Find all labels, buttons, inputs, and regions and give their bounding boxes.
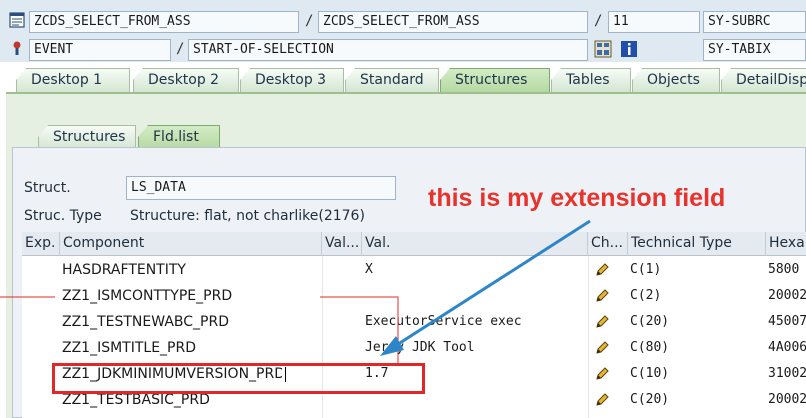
col-expand[interactable]: Exp. <box>22 232 60 256</box>
subtab-field-list[interactable]: Fld.list <box>138 125 220 149</box>
pencil-icon[interactable] <box>594 366 610 382</box>
struct-label: Struct. <box>24 180 71 196</box>
type-cell: C(20) <box>630 392 670 407</box>
tab-desktop-3[interactable]: Desktop 3 <box>240 68 344 92</box>
type-cell: C(1) <box>630 262 662 277</box>
table-row[interactable]: ZZ1_ISMTITLE_PRD Jerry JDK Tool C(80) 4A… <box>22 335 806 361</box>
annotation-callout: this is my extension field <box>428 184 726 212</box>
separator: / <box>305 13 314 29</box>
hex-cell: 20002 <box>768 392 806 407</box>
event-type-field[interactable]: EVENT <box>29 39 171 61</box>
component-cell: HASDRAFTENTITY <box>62 262 186 278</box>
type-cell: C(80) <box>630 340 670 355</box>
event-icon[interactable] <box>8 39 26 57</box>
hex-cell: 5800 <box>768 262 800 277</box>
event-name-field[interactable]: START-OF-SELECTION <box>188 39 588 61</box>
choose-icon[interactable] <box>594 40 612 58</box>
col-technical-type[interactable]: Technical Type <box>628 232 766 256</box>
subtab-structures[interactable]: Structures <box>38 125 136 149</box>
grid-header: Exp. Component Val... Val. Ch... Technic… <box>22 232 806 256</box>
col-change[interactable]: Ch... <box>588 232 628 256</box>
tab-standard[interactable]: Standard <box>345 68 439 92</box>
component-cell: ZZ1_ISMTITLE_PRD <box>62 340 197 356</box>
pencil-icon[interactable] <box>594 392 610 408</box>
tab-detail-display[interactable]: DetailDispla <box>721 68 806 92</box>
separator: / <box>594 13 603 29</box>
tab-desktop-2[interactable]: Desktop 2 <box>133 68 239 92</box>
type-cell: C(2) <box>630 288 662 303</box>
value-cell[interactable]: Jerry JDK Tool <box>365 335 587 361</box>
pencil-icon[interactable] <box>594 314 610 330</box>
highlight-box <box>52 363 425 394</box>
value-cell[interactable]: X <box>365 257 587 283</box>
sy-tabix-field[interactable]: SY-TABIX <box>703 39 806 61</box>
line-number-field[interactable]: 11 <box>608 11 700 33</box>
program-icon[interactable] <box>8 11 26 29</box>
pencil-icon[interactable] <box>594 288 610 304</box>
col-hex[interactable]: Hexa <box>766 232 806 256</box>
column-divider <box>588 256 589 418</box>
pencil-icon[interactable] <box>594 340 610 356</box>
tab-desktop-1[interactable]: Desktop 1 <box>16 68 130 92</box>
table-row[interactable]: ZZ1_ISMCONTTYPE_PRD C(2) 20002 <box>22 283 806 309</box>
struct-type-value: Structure: flat, not charlike(2176) <box>130 208 365 224</box>
col-component[interactable]: Component <box>60 232 322 256</box>
program-field[interactable]: ZCDS_SELECT_FROM_ASS <box>29 11 299 33</box>
value-cell[interactable] <box>365 283 587 309</box>
type-cell: C(10) <box>630 366 670 381</box>
tab-structures[interactable]: Structures <box>440 68 550 92</box>
pencil-icon[interactable] <box>594 262 610 278</box>
hex-cell: 4A006 <box>768 340 806 355</box>
sy-subrc-field[interactable]: SY-SUBRC <box>703 11 806 33</box>
table-row[interactable]: ZZ1_TESTNEWABC_PRD ExecutorService exec … <box>22 309 806 335</box>
info-icon[interactable] <box>620 40 638 58</box>
include-field[interactable]: ZCDS_SELECT_FROM_ASS <box>318 11 588 33</box>
component-cell: ZZ1_TESTNEWABC_PRD <box>62 314 229 330</box>
separator: / <box>176 41 185 57</box>
value-cell[interactable]: ExecutorService exec <box>365 309 587 335</box>
hex-cell: 45007 <box>768 314 806 329</box>
col-value[interactable]: Val. <box>362 232 588 256</box>
hex-cell: 31002 <box>768 366 806 381</box>
table-row[interactable]: HASDRAFTENTITY X C(1) 5800 <box>22 257 806 283</box>
type-cell: C(20) <box>630 314 670 329</box>
tab-tables[interactable]: Tables <box>551 68 631 92</box>
struct-name-field[interactable]: LS_DATA <box>126 176 396 200</box>
tab-objects[interactable]: Objects <box>632 68 720 92</box>
hex-cell: 20002 <box>768 288 806 303</box>
desktop-tabstrip: Desktop 1 Desktop 2 Desktop 3 Standard S… <box>0 68 806 92</box>
col-value-short[interactable]: Val... <box>322 232 362 256</box>
struct-type-label: Struc. Type <box>24 208 102 224</box>
component-cell: ZZ1_ISMCONTTYPE_PRD <box>62 288 233 304</box>
